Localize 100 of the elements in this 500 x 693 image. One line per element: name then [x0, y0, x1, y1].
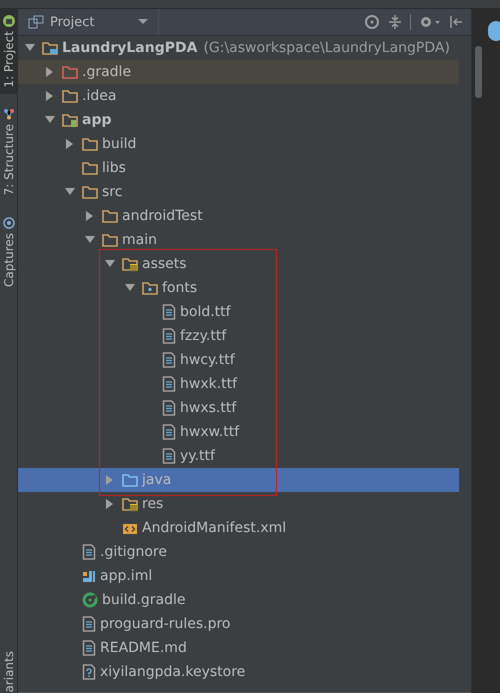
- gear-icon[interactable]: [419, 14, 441, 30]
- expanded-arrow-icon[interactable]: [45, 115, 55, 125]
- item-name: main: [122, 232, 157, 248]
- tree-row[interactable]: AndroidManifest.xml: [18, 516, 459, 540]
- tree-row[interactable]: androidTest: [18, 204, 459, 228]
- folder-icon: [102, 232, 118, 248]
- item-name: LaundryLangPDA: [62, 40, 198, 56]
- tree-row[interactable]: hwcy.ttf: [18, 348, 459, 372]
- item-name: hwxw.ttf: [180, 424, 240, 440]
- tree-row[interactable]: fzzy.ttf: [18, 324, 459, 348]
- item-name: proguard-rules.pro: [100, 616, 230, 632]
- tree-row[interactable]: build.gradle: [18, 588, 459, 612]
- file-icon: [82, 616, 96, 632]
- item-name: bold.ttf: [180, 304, 231, 320]
- project-view-icon: [28, 15, 44, 29]
- file-icon: [82, 640, 96, 656]
- tree-row[interactable]: LaundryLangPDA (G:\asworkspace\LaundryLangPDA): [18, 36, 459, 60]
- tree-row[interactable]: app: [18, 108, 459, 132]
- tree-row[interactable]: bold.ttf: [18, 300, 459, 324]
- tree-row[interactable]: src: [18, 180, 459, 204]
- tree-row[interactable]: main: [18, 228, 459, 252]
- item-name: hwxs.ttf: [180, 400, 236, 416]
- folder-icon: [82, 136, 98, 152]
- android-icon: [2, 15, 14, 27]
- module-folder-icon: [62, 112, 78, 128]
- file-icon: [82, 544, 96, 560]
- item-name: README.md: [100, 640, 187, 656]
- collapsed-arrow-icon[interactable]: [85, 211, 95, 221]
- item-name: yy.ttf: [180, 448, 215, 464]
- tree-row[interactable]: .gradle: [18, 60, 459, 84]
- tree-row[interactable]: hwxs.ttf: [18, 396, 459, 420]
- folder-icon: [122, 472, 138, 488]
- tree-row[interactable]: README.md: [18, 636, 459, 660]
- tree-row[interactable]: yy.ttf: [18, 444, 459, 468]
- structure-icon: [2, 108, 14, 120]
- item-name: hwcy.ttf: [180, 352, 235, 368]
- tree-row[interactable]: assets: [18, 252, 459, 276]
- folder-icon: [142, 280, 158, 296]
- tool-window-tab[interactable]: ariants: [0, 645, 17, 693]
- item-name: java: [142, 472, 172, 488]
- resource-folder-icon: [122, 256, 138, 272]
- tree-row[interactable]: .gitignore: [18, 540, 459, 564]
- camera-icon: [2, 216, 14, 229]
- item-name: AndroidManifest.xml: [142, 520, 286, 536]
- tree-row[interactable]: .idea: [18, 84, 459, 108]
- tree-row[interactable]: fonts: [18, 276, 459, 300]
- tool-window-tab[interactable]: 1: Project: [0, 9, 17, 94]
- scrollbar[interactable]: [475, 46, 482, 98]
- resource-folder-icon: [122, 496, 138, 512]
- item-name: .gitignore: [100, 544, 167, 560]
- tree-row[interactable]: xiyilangpda.keystore: [18, 660, 459, 684]
- folder-icon: [82, 184, 98, 200]
- file-icon: [162, 424, 176, 440]
- project-folder-icon: [42, 40, 58, 56]
- folder-icon: [102, 208, 118, 224]
- item-name: xiyilangpda.keystore: [100, 664, 246, 680]
- expanded-arrow-icon[interactable]: [85, 235, 95, 245]
- item-name: src: [102, 184, 122, 200]
- tool-window-tab[interactable]: 7: Structure: [0, 102, 17, 201]
- item-name: androidTest: [122, 208, 203, 224]
- project-path: (G:\asworkspace\LaundryLangPDA): [203, 40, 450, 56]
- tree-row[interactable]: app.iml: [18, 564, 459, 588]
- tool-window-tab[interactable]: Captures: [0, 210, 17, 293]
- tree-row[interactable]: libs: [18, 156, 459, 180]
- module-file-icon: [82, 568, 96, 584]
- gradle-icon: [82, 592, 98, 608]
- item-name: .idea: [82, 88, 116, 104]
- folder-icon: [62, 64, 78, 80]
- hide-panel-icon[interactable]: [449, 14, 463, 30]
- crosshair-icon[interactable]: [364, 14, 380, 30]
- folder-icon: [62, 88, 78, 104]
- expanded-arrow-icon[interactable]: [125, 283, 135, 293]
- collapsed-arrow-icon[interactable]: [105, 499, 115, 509]
- item-name: res: [142, 496, 164, 512]
- expanded-arrow-icon[interactable]: [65, 187, 75, 197]
- collapse-all-icon[interactable]: [388, 14, 402, 30]
- collapsed-arrow-icon[interactable]: [45, 91, 55, 101]
- view-dropdown[interactable]: Project: [18, 9, 159, 35]
- file-icon: [162, 352, 176, 368]
- item-name: fonts: [162, 280, 198, 296]
- tree-row[interactable]: hwxw.ttf: [18, 420, 459, 444]
- file-icon: [162, 400, 176, 416]
- expanded-arrow-icon[interactable]: [25, 43, 35, 53]
- item-name: build.gradle: [102, 592, 186, 608]
- tree-row[interactable]: hwxk.ttf: [18, 372, 459, 396]
- tree-row[interactable]: proguard-rules.pro: [18, 612, 459, 636]
- file-icon: [162, 448, 176, 464]
- item-name: .gradle: [82, 64, 132, 80]
- tree-row[interactable]: build: [18, 132, 459, 156]
- item-name: assets: [142, 256, 187, 272]
- item-name: fzzy.ttf: [180, 328, 226, 344]
- collapsed-arrow-icon[interactable]: [65, 139, 75, 149]
- unknown-file-icon: [82, 664, 96, 680]
- expanded-arrow-icon[interactable]: [105, 259, 115, 269]
- item-name: app.iml: [100, 568, 152, 584]
- folder-icon: [82, 160, 98, 176]
- item-name: hwxk.ttf: [180, 376, 238, 392]
- file-icon: [162, 304, 176, 320]
- collapsed-arrow-icon[interactable]: [45, 67, 55, 77]
- tree-row[interactable]: res: [18, 492, 459, 516]
